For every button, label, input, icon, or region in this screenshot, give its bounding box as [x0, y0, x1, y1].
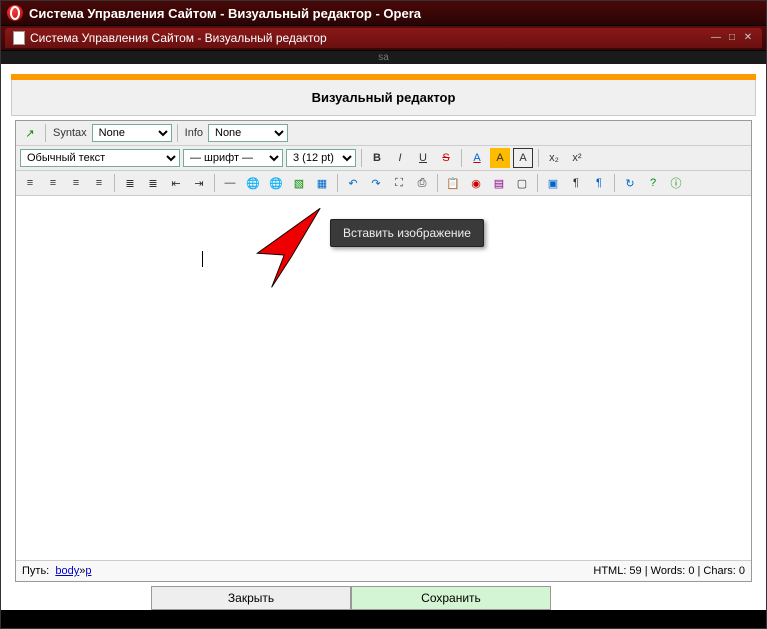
expand-icon[interactable]: ↗	[20, 123, 40, 143]
align-justify-button[interactable]: ≡	[89, 173, 109, 193]
bottom-spacer	[1, 610, 766, 628]
view-button[interactable]: ▣	[543, 173, 563, 193]
syntax-label: Syntax	[53, 127, 87, 139]
paste-button[interactable]: 📋	[443, 173, 463, 193]
toolbar-row-1: ↗ Syntax None Info None	[16, 121, 751, 146]
tab-maximize-icon[interactable]: □	[726, 32, 738, 44]
redo-button[interactable]: ↷	[366, 173, 386, 193]
tab-bar: Система Управления Сайтом - Визуальный р…	[1, 26, 766, 51]
help-button[interactable]: ?	[643, 173, 663, 193]
toolbar-row-3: ≡ ≡ ≡ ≡ ≣ ≣ ⇤ ⇥ — 🌐 🌐 ▧ ▦ ↶ ↷ ⛶ ⎙	[16, 171, 751, 196]
link-button[interactable]: 🌐	[243, 173, 263, 193]
opera-logo-icon	[7, 5, 23, 21]
page-title: Визуальный редактор	[11, 80, 756, 116]
close-button[interactable]: Закрыть	[151, 586, 351, 610]
box-button[interactable]: ▢	[512, 173, 532, 193]
tab-title: Система Управления Сайтом - Визуальный р…	[30, 31, 327, 45]
font-select[interactable]: — шрифт —	[183, 149, 283, 167]
separator	[437, 174, 438, 192]
separator	[537, 174, 538, 192]
info-label: Info	[185, 127, 203, 139]
path-body-link[interactable]: body	[55, 565, 79, 577]
save-button[interactable]: Сохранить	[351, 586, 551, 610]
tab-close-icon[interactable]: ✕	[742, 32, 754, 44]
browser-window: Система Управления Сайтом - Визуальный р…	[0, 0, 767, 629]
browser-tab[interactable]: Система Управления Сайтом - Визуальный р…	[5, 28, 762, 48]
font-color-button[interactable]: A	[467, 148, 487, 168]
info-button[interactable]: ⓘ	[666, 173, 686, 193]
bold-button[interactable]: B	[367, 148, 387, 168]
window-title: Система Управления Сайтом - Визуальный р…	[29, 6, 421, 21]
unordered-list-button[interactable]: ≣	[143, 173, 163, 193]
size-select[interactable]: 3 (12 pt)	[286, 149, 356, 167]
pointer-arrow-icon	[241, 201, 331, 291]
format-select[interactable]: Обычный текст	[20, 149, 180, 167]
toolbar-row-2: Обычный текст — шрифт — 3 (12 pt) B I U …	[16, 146, 751, 171]
hr-button[interactable]: —	[220, 173, 240, 193]
editor-canvas[interactable]: Вставить изображение	[16, 196, 751, 560]
hilite-button[interactable]: A	[513, 148, 533, 168]
align-right-button[interactable]: ≡	[66, 173, 86, 193]
print-button[interactable]: ⎙	[412, 173, 432, 193]
outdent-button[interactable]: ⇤	[166, 173, 186, 193]
align-center-button[interactable]: ≡	[43, 173, 63, 193]
refresh-button[interactable]: ↻	[620, 173, 640, 193]
strike-button[interactable]: S	[436, 148, 456, 168]
path-p-link[interactable]: p	[85, 565, 91, 577]
ordered-list-button[interactable]: ≣	[120, 173, 140, 193]
separator	[177, 124, 178, 142]
separator	[214, 174, 215, 192]
pilcrow-button[interactable]: ¶	[566, 173, 586, 193]
insert-image-button[interactable]: ▧	[289, 173, 309, 193]
separator	[461, 149, 462, 167]
pilcrow2-button[interactable]: ¶	[589, 173, 609, 193]
unlink-button[interactable]: 🌐	[266, 173, 286, 193]
text-caret	[202, 251, 203, 267]
grid-button[interactable]: ▤	[489, 173, 509, 193]
record-button[interactable]: ◉	[466, 173, 486, 193]
path-label: Путь:	[22, 565, 49, 577]
underline-button[interactable]: U	[413, 148, 433, 168]
separator	[45, 124, 46, 142]
app-body: Визуальный редактор ↗ Syntax None Info N…	[1, 64, 766, 610]
bg-color-button[interactable]: A	[490, 148, 510, 168]
separator	[337, 174, 338, 192]
subscript-button[interactable]: x₂	[544, 148, 564, 168]
browser-titlebar: Система Управления Сайтом - Визуальный р…	[1, 1, 766, 26]
separator	[614, 174, 615, 192]
stats-text: HTML: 59 | Words: 0 | Chars: 0	[593, 565, 745, 577]
path-bar: Путь: body » p HTML: 59 | Words: 0 | Cha…	[16, 560, 751, 581]
status-strip: sa	[1, 51, 766, 64]
editor-container: ↗ Syntax None Info None Обычный текст — …	[15, 120, 752, 582]
fullscreen-button[interactable]: ⛶	[389, 173, 409, 193]
separator	[114, 174, 115, 192]
undo-button[interactable]: ↶	[343, 173, 363, 193]
separator	[538, 149, 539, 167]
tooltip: Вставить изображение	[330, 219, 484, 247]
separator	[361, 149, 362, 167]
document-icon	[13, 31, 25, 45]
bottom-button-bar: Закрыть Сохранить	[11, 586, 756, 610]
info-select[interactable]: None	[208, 124, 288, 142]
indent-button[interactable]: ⇥	[189, 173, 209, 193]
table-button[interactable]: ▦	[312, 173, 332, 193]
superscript-button[interactable]: x²	[567, 148, 587, 168]
tab-minimize-icon[interactable]: —	[710, 32, 722, 44]
align-left-button[interactable]: ≡	[20, 173, 40, 193]
italic-button[interactable]: I	[390, 148, 410, 168]
syntax-select[interactable]: None	[92, 124, 172, 142]
